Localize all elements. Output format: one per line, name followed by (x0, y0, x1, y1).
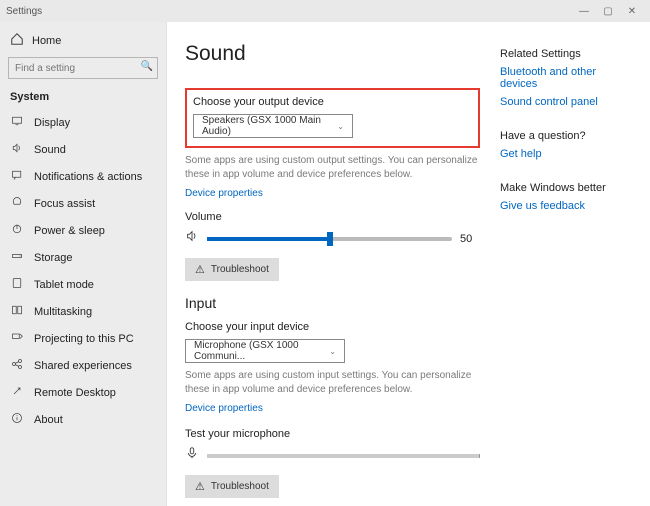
output-device-label: Choose your output device (193, 96, 472, 108)
close-button[interactable]: ✕ (620, 6, 644, 17)
title-bar: Settings — ▢ ✕ (0, 0, 650, 22)
have-question-head: Have a question? (500, 130, 630, 142)
home-button[interactable]: Home (0, 22, 166, 57)
link-bluetooth-devices[interactable]: Bluetooth and other devices (500, 66, 630, 90)
input-device-select[interactable]: Microphone (GSX 1000 Communi... ⌄ (185, 339, 345, 363)
sidebar-item-label: Remote Desktop (34, 387, 116, 399)
sidebar-item-about[interactable]: About (0, 406, 166, 433)
microphone-icon (185, 446, 199, 465)
sidebar-item-label: About (34, 414, 63, 426)
sidebar-item-label: Storage (34, 252, 73, 264)
sidebar-item-shared-experiences[interactable]: Shared experiences (0, 352, 166, 379)
share-icon (10, 358, 24, 373)
home-icon (10, 32, 24, 49)
mic-level-meter (207, 454, 480, 458)
sidebar-section-label: System (0, 89, 166, 109)
volume-value: 50 (460, 233, 480, 245)
link-sound-control-panel[interactable]: Sound control panel (500, 96, 630, 108)
output-device-value: Speakers (GSX 1000 Main Audio) (202, 115, 337, 137)
window-title: Settings (6, 6, 42, 17)
sidebar-item-multitasking[interactable]: Multitasking (0, 298, 166, 325)
notifications-icon (10, 169, 24, 184)
projecting-icon (10, 331, 24, 346)
sidebar-item-label: Multitasking (34, 306, 92, 318)
volume-slider[interactable] (207, 237, 452, 241)
sidebar-item-power-sleep[interactable]: Power & sleep (0, 217, 166, 244)
sidebar-item-projecting[interactable]: Projecting to this PC (0, 325, 166, 352)
troubleshoot-label: Troubleshoot (211, 264, 269, 275)
make-better-head: Make Windows better (500, 182, 630, 194)
sidebar-item-display[interactable]: Display (0, 109, 166, 136)
sidebar: Home 🔍 System Display Sound Notification… (0, 22, 167, 506)
input-device-value: Microphone (GSX 1000 Communi... (194, 340, 329, 362)
tablet-icon (10, 277, 24, 292)
input-troubleshoot-button[interactable]: ⚠ Troubleshoot (185, 475, 279, 498)
volume-thumb[interactable] (327, 232, 333, 246)
chevron-down-icon: ⌄ (337, 122, 344, 131)
search-icon: 🔍 (141, 61, 153, 72)
input-heading: Input (185, 295, 480, 311)
sidebar-item-label: Shared experiences (34, 360, 132, 372)
multitasking-icon (10, 304, 24, 319)
minimize-button[interactable]: — (572, 6, 596, 17)
output-device-select[interactable]: Speakers (GSX 1000 Main Audio) ⌄ (193, 114, 353, 138)
input-desc: Some apps are using custom input setting… (185, 369, 480, 397)
sidebar-item-label: Tablet mode (34, 279, 94, 291)
chevron-down-icon: ⌄ (329, 347, 336, 356)
home-label: Home (32, 35, 61, 47)
sidebar-item-focus-assist[interactable]: Focus assist (0, 190, 166, 217)
output-device-highlight: Choose your output device Speakers (GSX … (185, 88, 480, 148)
page-title: Sound (185, 42, 480, 66)
speaker-icon[interactable] (185, 229, 199, 248)
sidebar-item-label: Sound (34, 144, 66, 156)
maximize-button[interactable]: ▢ (596, 6, 620, 17)
search-input[interactable] (8, 57, 158, 79)
sidebar-item-tablet-mode[interactable]: Tablet mode (0, 271, 166, 298)
input-device-label: Choose your input device (185, 321, 480, 333)
link-get-help[interactable]: Get help (500, 148, 630, 160)
main-content: Sound Choose your output device Speakers… (185, 42, 480, 496)
remote-desktop-icon (10, 385, 24, 400)
sidebar-item-remote-desktop[interactable]: Remote Desktop (0, 379, 166, 406)
related-settings-head: Related Settings (500, 48, 630, 60)
output-desc: Some apps are using custom output settin… (185, 154, 480, 182)
sidebar-item-sound[interactable]: Sound (0, 136, 166, 163)
mic-test-label: Test your microphone (185, 428, 480, 440)
sidebar-item-label: Power & sleep (34, 225, 105, 237)
volume-label: Volume (185, 211, 480, 223)
link-give-feedback[interactable]: Give us feedback (500, 200, 630, 212)
search-box[interactable]: 🔍 (8, 57, 158, 79)
sidebar-item-storage[interactable]: Storage (0, 244, 166, 271)
sidebar-item-label: Focus assist (34, 198, 95, 210)
warning-icon: ⚠ (195, 263, 205, 276)
aside: Related Settings Bluetooth and other dev… (480, 42, 630, 496)
sidebar-item-label: Display (34, 117, 70, 129)
storage-icon (10, 250, 24, 265)
sidebar-item-label: Projecting to this PC (34, 333, 134, 345)
sidebar-item-label: Notifications & actions (34, 171, 142, 183)
about-icon (10, 412, 24, 427)
sound-icon (10, 142, 24, 157)
warning-icon: ⚠ (195, 480, 205, 493)
output-device-properties-link[interactable]: Device properties (185, 188, 480, 199)
focus-assist-icon (10, 196, 24, 211)
power-icon (10, 223, 24, 238)
input-device-properties-link[interactable]: Device properties (185, 403, 480, 414)
sidebar-item-notifications[interactable]: Notifications & actions (0, 163, 166, 190)
output-troubleshoot-button[interactable]: ⚠ Troubleshoot (185, 258, 279, 281)
troubleshoot-label: Troubleshoot (211, 481, 269, 492)
display-icon (10, 115, 24, 130)
